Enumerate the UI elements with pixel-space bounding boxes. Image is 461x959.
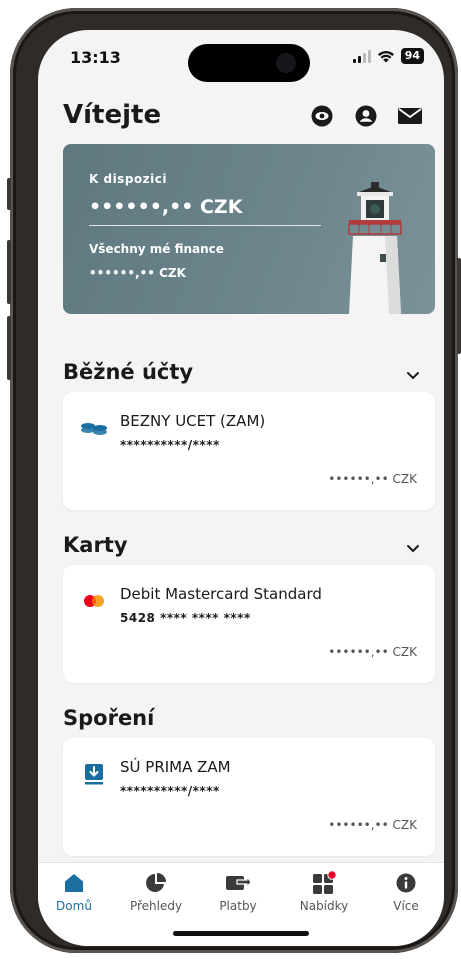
battery-indicator: 94 [400,48,424,64]
account-card-debit[interactable]: Debit Mastercard Standard 5428 **** ****… [63,565,435,683]
phone-frame: 13:13 94 Vítejte K dispozici ••••••,•• C… [7,8,461,953]
balance-card[interactable]: K dispozici ••••••,•• CZK Všechny mé fin… [63,144,435,314]
nav-label: Platby [219,899,257,913]
available-label: K dispozici [89,172,167,186]
section-title-cards: Karty [63,533,128,557]
side-button [7,178,11,210]
account-card-savings[interactable]: SÚ PRIMA ZAM **********/**** ••••••,•• C… [63,738,435,856]
dynamic-island [188,44,310,82]
account-card-current[interactable]: BEZNY UCET (ZAM) **********/**** ••••••,… [63,392,435,510]
signal-icon [352,49,371,63]
offers-icon [289,869,359,897]
side-button [7,240,11,304]
home-icon [39,869,109,897]
side-button [457,258,461,354]
savings-balance: ••••••,•• CZK [328,818,417,832]
section-title-current-accounts: Běžné účty [63,360,194,384]
card-name: Debit Mastercard Standard [120,585,322,603]
side-button [7,316,11,380]
payments-icon [203,869,273,897]
coins-icon [79,416,109,440]
savings-download-icon [79,762,109,786]
info-icon [371,869,441,897]
savings-name: SÚ PRIMA ZAM [120,758,231,776]
pie-chart-icon [121,869,191,897]
nav-label: Domů [56,899,92,913]
nav-label: Více [393,899,419,913]
eye-icon[interactable] [310,104,334,128]
section-title-savings: Spoření [63,706,155,730]
nav-item-home[interactable]: Domů [39,869,109,913]
card-number: 5428 **** **** **** [120,611,251,625]
account-balance: ••••••,•• CZK [328,472,417,486]
nav-label: Nabídky [299,899,349,913]
account-number: **********/**** [120,438,220,452]
status-indicators: 94 [352,48,424,64]
nav-label: Přehledy [129,899,183,913]
lighthouse-illustration [348,182,402,314]
home-indicator[interactable] [173,931,309,936]
status-time: 13:13 [70,48,121,67]
divider [89,225,321,226]
nav-item-payments[interactable]: Platby [203,869,273,913]
nav-item-overviews[interactable]: Přehledy [121,869,191,913]
page-title: Vítejte [63,100,162,130]
savings-number: **********/**** [120,784,220,798]
app-screen: 13:13 94 Vítejte K dispozici ••••••,•• C… [38,30,444,946]
card-balance: ••••••,•• CZK [328,645,417,659]
finances-amount: ••••••,•• CZK [89,266,186,280]
finances-label: Všechny mé finance [89,242,224,256]
nav-item-more[interactable]: Více [371,869,441,913]
mail-icon[interactable] [398,104,422,128]
mastercard-icon [79,589,109,613]
chevron-down-icon[interactable] [406,368,420,382]
available-amount: ••••••,•• CZK [89,196,243,218]
nav-item-offers[interactable]: Nabídky [289,869,359,913]
header-actions [310,104,422,128]
account-name: BEZNY UCET (ZAM) [120,412,266,430]
wifi-icon [377,50,394,63]
chevron-down-icon[interactable] [406,541,420,555]
profile-icon[interactable] [354,104,378,128]
